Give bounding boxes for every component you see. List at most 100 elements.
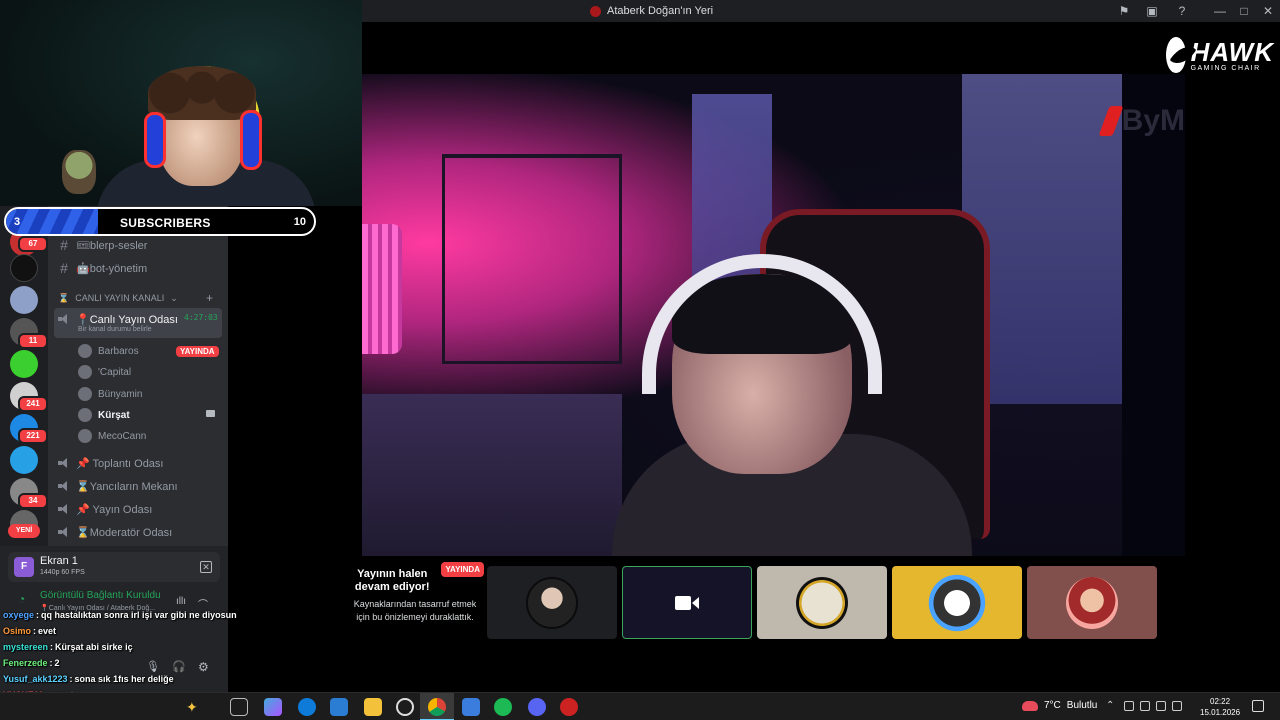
notification-icon[interactable] [1252, 700, 1264, 712]
discord-icon[interactable] [528, 698, 546, 716]
connection-status[interactable]: Görüntülü Bağlantı Kuruldu [40, 590, 161, 601]
chevron-up-icon[interactable]: ⌃ [1106, 700, 1114, 711]
screen-share-card[interactable]: F Ekran 1 1440p 60 FPS ✕ [8, 552, 220, 582]
chat-username: oxyege [3, 610, 35, 620]
chat-separator: : [69, 674, 73, 684]
channel-item[interactable]: # 🤖bot-yönetim [58, 259, 147, 277]
close-button[interactable]: ✕ [1260, 3, 1276, 19]
participant-tile[interactable] [1027, 566, 1157, 639]
network-icon[interactable] [1156, 701, 1166, 711]
chat-username: Fenerzede [3, 658, 48, 668]
webcam-scene-headphone-right [240, 110, 262, 170]
participant-tile[interactable] [757, 566, 887, 639]
avatar [526, 576, 578, 629]
subscriber-goal: 10 [293, 216, 306, 228]
webcam-scene-headphone-left [144, 112, 166, 168]
mention-badge: 67 [18, 236, 48, 252]
window-title-text: Ataberk Doğan'ın Yeri [607, 5, 714, 17]
avatar [78, 408, 92, 422]
server-icon[interactable] [10, 254, 38, 282]
mention-badge: 11 [18, 333, 48, 349]
maximize-button[interactable]: □ [1236, 3, 1252, 19]
category-header[interactable]: ⌛ CANLI YAYIN KANALI ⌄ [58, 289, 178, 307]
chat-text: Kürşat abi sirke iç [55, 642, 133, 652]
store-icon[interactable] [330, 698, 348, 716]
server-icon[interactable] [10, 286, 38, 314]
server-icon[interactable] [10, 350, 38, 378]
share-quality: 1440p 60 FPS [40, 569, 85, 576]
chat-message: oxyege: qq hastalıktan sonra irl işi var … [3, 610, 237, 626]
voice-user[interactable]: Kürşat [78, 406, 130, 424]
notice-live-badge: YAYINDA [441, 562, 484, 577]
server-list: 67 11 241 221 34 [0, 206, 48, 546]
stop-share-button[interactable]: ✕ [200, 561, 212, 573]
screen-share-stream[interactable]: ByM [362, 74, 1185, 556]
windows-taskbar: ✦ 7°C Bulutlu ⌃ 02:22 15.01.2026 [0, 692, 1280, 720]
app-icon[interactable] [462, 698, 480, 716]
mention-badge: 221 [18, 428, 48, 444]
voice-channel[interactable]: 📌 Yayın Odası [58, 500, 152, 518]
chrome-icon[interactable] [428, 698, 446, 716]
chat-username: Osimo [3, 626, 32, 636]
speaker-icon [58, 458, 70, 468]
chat-separator: : [49, 658, 53, 668]
voice-user[interactable]: Barbaros [78, 342, 139, 360]
participant-tile-camera[interactable] [622, 566, 752, 639]
disconnect-icon[interactable]: ⌒ [198, 596, 208, 611]
voice-user[interactable]: Bünyamin [78, 385, 142, 403]
channel-item[interactable]: # 🎟blerp-sesler [58, 236, 147, 254]
inbox-icon[interactable]: ▣ [1144, 3, 1160, 19]
minimize-button[interactable]: — [1212, 3, 1228, 19]
share-title: Ekran 1 [40, 555, 78, 567]
voice-user[interactable]: MecoCann [78, 427, 146, 445]
task-view-icon[interactable] [230, 698, 248, 716]
voice-channel[interactable]: ⌛Yancıların Mekanı [58, 477, 178, 495]
notice-title: Yayının halen devam ediyor! [354, 568, 430, 593]
stream-scene-lamp [362, 224, 402, 354]
voice-user[interactable]: 'Capital [78, 363, 131, 381]
avatar [927, 572, 987, 633]
tray-app-icon[interactable] [1124, 701, 1134, 711]
copilot-sparkle-icon[interactable]: ✦ [186, 699, 198, 716]
obs-icon[interactable] [560, 698, 578, 716]
file-explorer-icon[interactable] [364, 698, 382, 716]
spotify-icon[interactable] [494, 698, 512, 716]
voice-channel[interactable]: ⌛Moderatör Odası [58, 523, 172, 541]
copilot-icon[interactable] [264, 698, 282, 716]
speaker-icon [58, 527, 70, 537]
chat-message: mystereen: Kürşat abi sirke iç [3, 642, 133, 658]
tray-app-icon[interactable] [1140, 701, 1150, 711]
hawk-feather-icon [1166, 37, 1186, 73]
voice-channel[interactable]: 📌 Toplantı Odası [58, 454, 163, 472]
channel-status[interactable]: Bir kanal durumu belirle [78, 326, 152, 333]
chat-separator: : [50, 642, 54, 652]
paused-preview-notice: Yayının halen devam ediyor! YAYINDA Kayn… [346, 562, 484, 624]
stream-scene-desk [362, 394, 622, 556]
hawk-name: HAWK [1190, 36, 1274, 67]
noise-suppression-icon[interactable]: ıllı [176, 596, 186, 607]
help-icon[interactable]: ? [1174, 3, 1190, 19]
volume-icon[interactable] [1172, 701, 1182, 711]
chat-text: 2 [54, 658, 60, 668]
chevron-down-icon: ⌄ [170, 292, 178, 303]
chat-message: Osimo: evet [3, 626, 56, 642]
chat-message: Fenerzede:2 [3, 658, 60, 674]
stream-scene-shelf [442, 154, 622, 364]
chat-text: qq hastalıktan sonra irl işi var gibi ne… [41, 610, 237, 620]
webcam-overlay [0, 0, 362, 206]
weather-widget[interactable]: 7°C Bulutlu [1022, 700, 1097, 711]
avatar [1066, 576, 1118, 629]
participant-tile[interactable] [892, 566, 1022, 639]
edge-icon[interactable] [298, 698, 316, 716]
clock-time: 02:22 [1210, 697, 1231, 706]
mention-badge: 241 [18, 396, 48, 412]
xbox-icon[interactable] [396, 698, 414, 716]
system-clock[interactable]: 02:22 15.01.2026 [1200, 696, 1240, 718]
window-title: Ataberk Doğan'ın Yeri [590, 5, 713, 17]
inbox-flag-icon[interactable]: ⚑ [1116, 3, 1132, 19]
server-icon[interactable] [10, 446, 38, 474]
participant-tile[interactable] [487, 566, 617, 639]
webcam-scene-figurine [62, 150, 96, 194]
call-timer: 4:27:03 [184, 313, 218, 322]
add-channel-icon[interactable]: + [206, 289, 213, 307]
